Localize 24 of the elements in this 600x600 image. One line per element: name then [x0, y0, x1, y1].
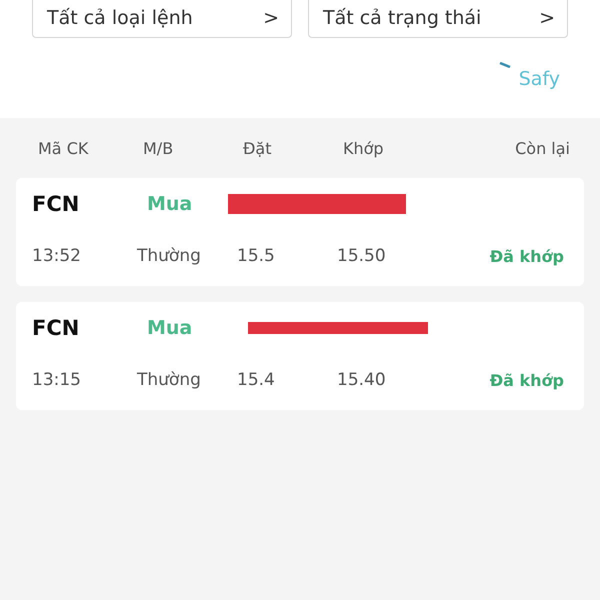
order-type: Thường	[137, 246, 202, 266]
order-type: Thường	[137, 370, 202, 390]
column-header: Khớp	[343, 138, 385, 158]
stock-symbol: FCN	[32, 192, 80, 216]
matched-price: 15.40	[337, 370, 387, 390]
brand-logo: Safy	[518, 68, 560, 90]
order-time: 13:15	[32, 370, 82, 390]
column-header: Mã CK	[38, 138, 90, 158]
column-header: Còn lại	[514, 138, 571, 158]
order-price: 15.4	[237, 370, 276, 390]
matched-price: 15.50	[337, 246, 387, 266]
column-header: Đặt	[243, 138, 272, 158]
order-side: Mua	[146, 317, 194, 339]
order-time: 13:52	[32, 246, 82, 266]
column-header: M/B	[143, 138, 174, 158]
order-price: 15.5	[237, 246, 276, 266]
order-status: Đã khớp	[488, 370, 564, 390]
filter-dropdown[interactable]: Tất cả trạng thái >	[308, 0, 568, 38]
stock-symbol: FCN	[32, 316, 80, 340]
filter-dropdown[interactable]: Tất cả loại lệnh >	[32, 0, 292, 38]
order-card[interactable]: FCN Mua 13:52 Thường 15.5 15.50 Đã khớp	[16, 178, 584, 286]
order-card[interactable]: FCN Mua 13:15 Thường 15.4 15.40 Đã khớp	[16, 302, 584, 410]
order-status: Đã khớp	[488, 246, 564, 266]
order-side: Mua	[146, 193, 194, 215]
